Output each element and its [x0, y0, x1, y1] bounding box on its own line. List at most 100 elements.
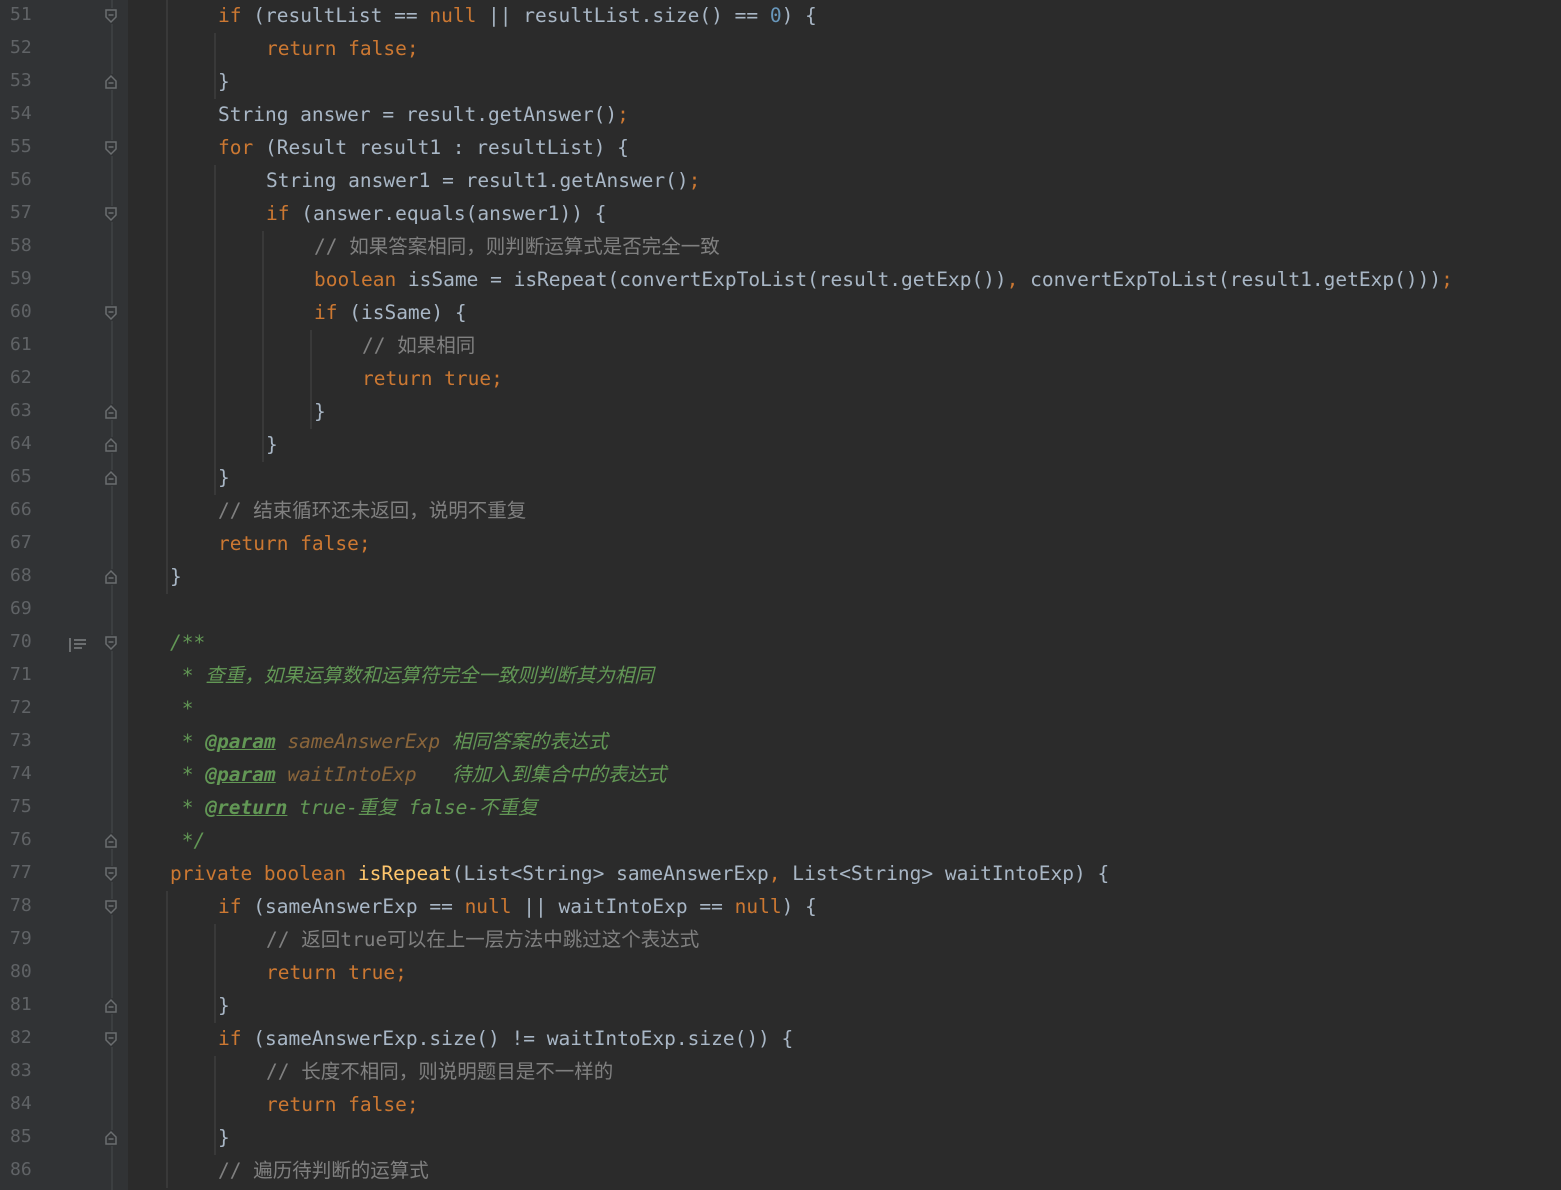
line-number[interactable]: 52 [10, 37, 50, 58]
fold-end-icon[interactable] [104, 833, 118, 849]
line-number[interactable]: 78 [10, 895, 50, 916]
code-editor[interactable]: 51 if (resultList == null || resultList.s… [0, 0, 1561, 1190]
code-line[interactable]: 71 * 查重，如果运算数和运算符完全一致则判断其为相同 [0, 660, 1561, 693]
code-text[interactable]: for (Result result1 : resultList) { [218, 135, 629, 161]
line-number[interactable]: 58 [10, 235, 50, 256]
code-text[interactable]: if (answer.equals(answer1)) { [266, 201, 606, 227]
line-number[interactable]: 64 [10, 433, 50, 454]
code-text[interactable]: if (resultList == null || resultList.siz… [218, 3, 817, 29]
code-text[interactable]: if (sameAnswerExp.size() != waitIntoExp.… [218, 1026, 793, 1052]
code-line[interactable]: 60 if (isSame) { [0, 297, 1561, 330]
line-number[interactable]: 57 [10, 202, 50, 223]
code-line[interactable]: 53} [0, 66, 1561, 99]
code-line[interactable]: 84 return false; [0, 1089, 1561, 1122]
code-line[interactable]: 81} [0, 990, 1561, 1023]
code-text[interactable]: */ [170, 828, 206, 854]
line-number[interactable]: 65 [10, 466, 50, 487]
code-line[interactable]: 74 * @param waitIntoExp 待加入到集合中的表达式 [0, 759, 1561, 792]
code-text[interactable]: String answer = result.getAnswer(); [218, 102, 629, 128]
code-line[interactable]: 83 // 长度不相同，则说明题目是不一样的 [0, 1056, 1561, 1089]
code-line[interactable]: 79 // 返回true可以在上一层方法中跳过这个表达式 [0, 924, 1561, 957]
line-number[interactable]: 59 [10, 268, 50, 289]
render-doc-icon[interactable] [68, 635, 88, 658]
fold-end-icon[interactable] [104, 470, 118, 486]
code-text[interactable]: } [266, 432, 278, 458]
code-text[interactable]: return true; [362, 366, 503, 392]
code-line[interactable]: 67 return false; [0, 528, 1561, 561]
line-number[interactable]: 53 [10, 70, 50, 91]
code-text[interactable]: } [314, 399, 326, 425]
code-text[interactable]: * 查重，如果运算数和运算符完全一致则判断其为相同 [170, 663, 654, 689]
code-line[interactable]: 82 if (sameAnswerExp.size() != waitIntoEx… [0, 1023, 1561, 1056]
code-text[interactable]: } [218, 69, 230, 95]
code-line[interactable]: 66 // 结束循环还未返回，说明不重复 [0, 495, 1561, 528]
code-line[interactable]: 65} [0, 462, 1561, 495]
code-line[interactable]: 54 String answer = result.getAnswer(); [0, 99, 1561, 132]
code-line[interactable]: 85} [0, 1122, 1561, 1155]
code-text[interactable]: private boolean isRepeat(List<String> sa… [170, 861, 1109, 887]
fold-collapse-icon[interactable] [104, 899, 118, 915]
line-number[interactable]: 70 [10, 631, 50, 652]
line-number[interactable]: 73 [10, 730, 50, 751]
code-text[interactable]: * @param sameAnswerExp 相同答案的表达式 [170, 729, 608, 755]
line-number[interactable]: 80 [10, 961, 50, 982]
code-text[interactable]: // 如果相同 [362, 333, 475, 359]
line-number[interactable]: 69 [10, 598, 50, 619]
line-number[interactable]: 62 [10, 367, 50, 388]
code-text[interactable]: return false; [266, 1092, 419, 1118]
line-number[interactable]: 56 [10, 169, 50, 190]
code-line[interactable]: 70 /** [0, 627, 1561, 660]
code-text[interactable]: if (isSame) { [314, 300, 467, 326]
code-line[interactable]: 73 * @param sameAnswerExp 相同答案的表达式 [0, 726, 1561, 759]
line-number[interactable]: 76 [10, 829, 50, 850]
line-number[interactable]: 71 [10, 664, 50, 685]
line-number[interactable]: 68 [10, 565, 50, 586]
line-number[interactable]: 81 [10, 994, 50, 1015]
code-text[interactable]: boolean isSame = isRepeat(convertExpToLi… [314, 267, 1453, 293]
fold-end-icon[interactable] [104, 74, 118, 90]
code-line[interactable]: 55 for (Result result1 : resultList) { [0, 132, 1561, 165]
line-number[interactable]: 74 [10, 763, 50, 784]
fold-end-icon[interactable] [104, 437, 118, 453]
fold-end-icon[interactable] [104, 1130, 118, 1146]
code-text[interactable]: } [218, 465, 230, 491]
code-line[interactable]: 78 if (sameAnswerExp == null || waitIntoE… [0, 891, 1561, 924]
line-number[interactable]: 75 [10, 796, 50, 817]
code-text[interactable]: // 返回true可以在上一层方法中跳过这个表达式 [266, 927, 699, 953]
code-text[interactable]: // 遍历待判断的运算式 [218, 1158, 429, 1184]
line-number[interactable]: 72 [10, 697, 50, 718]
fold-end-icon[interactable] [104, 404, 118, 420]
fold-collapse-icon[interactable] [104, 866, 118, 882]
code-text[interactable]: return false; [218, 531, 371, 557]
fold-collapse-icon[interactable] [104, 635, 118, 651]
code-line[interactable]: 80 return true; [0, 957, 1561, 990]
code-text[interactable]: } [218, 993, 230, 1019]
code-line[interactable]: 76 */ [0, 825, 1561, 858]
code-text[interactable]: * @return true-重复 false-不重复 [170, 795, 538, 821]
code-text[interactable]: return true; [266, 960, 407, 986]
line-number[interactable]: 54 [10, 103, 50, 124]
line-number[interactable]: 83 [10, 1060, 50, 1081]
fold-collapse-icon[interactable] [104, 8, 118, 24]
line-number[interactable]: 51 [10, 4, 50, 25]
code-line[interactable]: 75 * @return true-重复 false-不重复 [0, 792, 1561, 825]
code-line[interactable]: 62 return true; [0, 363, 1561, 396]
line-number[interactable]: 86 [10, 1159, 50, 1180]
line-number[interactable]: 66 [10, 499, 50, 520]
code-text[interactable]: // 长度不相同，则说明题目是不一样的 [266, 1059, 613, 1085]
code-line[interactable]: 58 // 如果答案相同，则判断运算式是否完全一致 [0, 231, 1561, 264]
code-line[interactable]: 77 private boolean isRepeat(List<String> … [0, 858, 1561, 891]
line-number[interactable]: 61 [10, 334, 50, 355]
fold-collapse-icon[interactable] [104, 206, 118, 222]
line-number[interactable]: 60 [10, 301, 50, 322]
code-text[interactable]: String answer1 = result1.getAnswer(); [266, 168, 700, 194]
code-text[interactable]: // 结束循环还未返回，说明不重复 [218, 498, 526, 524]
code-text[interactable]: * @param waitIntoExp 待加入到集合中的表达式 [170, 762, 667, 788]
code-text[interactable]: * [170, 696, 194, 722]
line-number[interactable]: 63 [10, 400, 50, 421]
code-line[interactable]: 86 // 遍历待判断的运算式 [0, 1155, 1561, 1188]
code-text[interactable]: } [218, 1125, 230, 1151]
fold-collapse-icon[interactable] [104, 305, 118, 321]
line-number[interactable]: 82 [10, 1027, 50, 1048]
code-text[interactable]: return false; [266, 36, 419, 62]
